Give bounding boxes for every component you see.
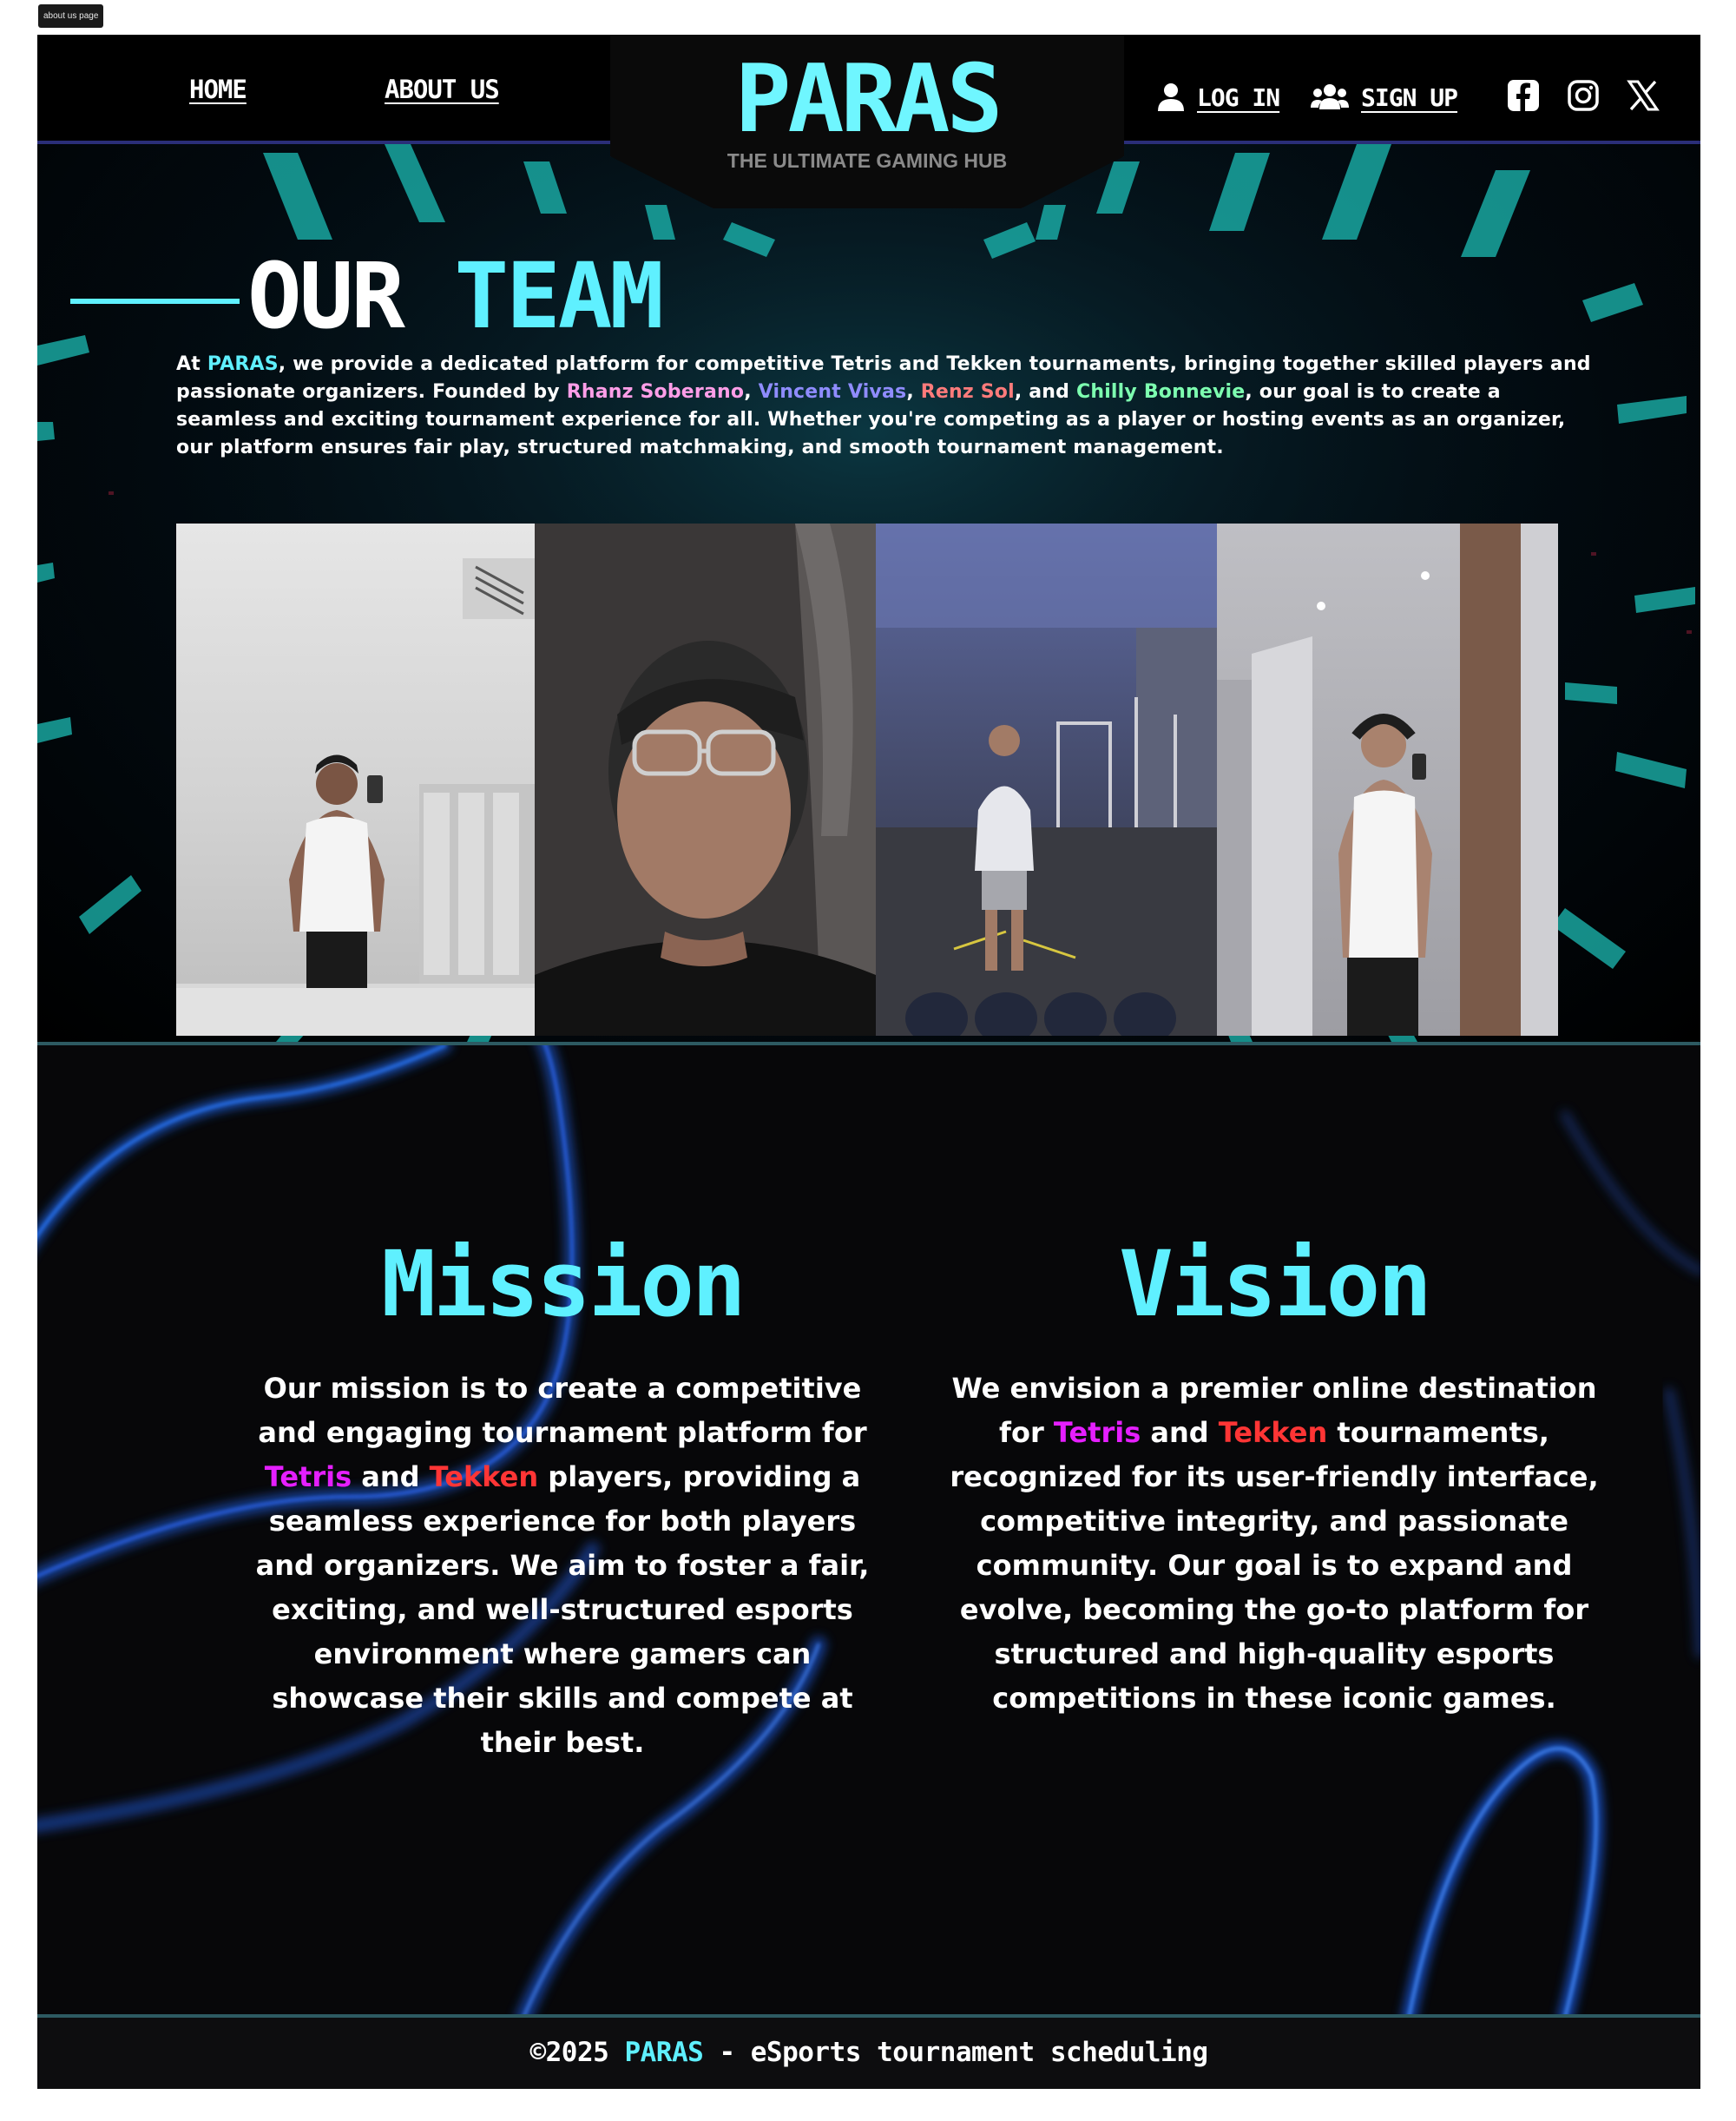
vision-tetris: Tetris [1053, 1416, 1141, 1449]
brand-tagline: THE ULTIMATE GAMING HUB [727, 149, 1008, 172]
user-icon [1158, 83, 1184, 111]
vision-heading: Vision [1119, 1231, 1432, 1337]
team-section: OUR TEAM At PARAS, we provide a dedicate… [37, 144, 1700, 1042]
page-frame: OUR TEAM At PARAS, we provide a dedicate… [37, 35, 1700, 2089]
mission-vision-section: Mission Our mission is to create a compe… [37, 1042, 1700, 2018]
vision-text-part: tournaments, recognized for its user-fri… [950, 1416, 1599, 1715]
footer-text: ©2025 PARAS - eSports tournament schedul… [37, 2037, 1700, 2068]
team-photo-1 [176, 524, 535, 1036]
nav-home-link[interactable]: HOME [189, 75, 247, 104]
mission-tetris: Tetris [264, 1460, 352, 1493]
team-photo-3-image [876, 524, 1217, 1036]
team-photo-2 [535, 524, 876, 1036]
footer: ©2025 PARAS - eSports tournament schedul… [37, 2014, 1700, 2089]
footer-tagline: - eSports tournament scheduling [703, 2037, 1208, 2068]
intro-text: At [176, 353, 207, 375]
facebook-icon[interactable] [1506, 78, 1541, 113]
intro-separator: , and [1014, 381, 1076, 403]
page-tag: about us page [38, 4, 104, 28]
vision-tekken: Tekken [1218, 1416, 1328, 1449]
mission-block: Mission Our mission is to create a compe… [211, 1236, 914, 1765]
founder-chilly: Chilly Bonnevie [1075, 381, 1246, 403]
team-photo-3 [876, 524, 1217, 1036]
team-photos [176, 524, 1558, 1036]
title-accent-line [70, 299, 240, 304]
footer-copyright: ©2025 [529, 2037, 625, 2068]
login-label: LOG IN [1197, 82, 1280, 112]
mission-text-part: Our mission is to create a competitive a… [258, 1372, 867, 1449]
founder-rhanz: Rhanz Soberano [566, 381, 745, 403]
team-title-cyan: TEAM [454, 243, 663, 349]
intro-brand: PARAS [207, 353, 279, 375]
founder-vincent: Vincent Vivas [758, 381, 907, 403]
team-photo-1-image [176, 524, 535, 1036]
founder-renz: Renz Sol [920, 381, 1015, 403]
users-icon [1311, 84, 1349, 109]
intro-separator: , [906, 381, 921, 403]
vision-text: We envision a premier online destination… [927, 1367, 1621, 1721]
intro-separator: , [744, 381, 759, 403]
mission-text: Our mission is to create a competitive a… [241, 1367, 884, 1765]
team-intro: At PARAS, we provide a dedicated platfor… [176, 351, 1600, 462]
footer-brand: PARAS [624, 2037, 704, 2068]
mission-tekken: Tekken [429, 1460, 539, 1493]
vision-text-part: and [1141, 1416, 1219, 1449]
vision-block: Vision We envision a premier online dest… [923, 1236, 1626, 1721]
instagram-icon[interactable] [1566, 78, 1601, 113]
mission-text-part: players, providing a seamless experience… [255, 1460, 870, 1759]
team-photo-4 [1217, 524, 1558, 1036]
login-link[interactable]: LOG IN [1157, 80, 1280, 115]
team-photo-4-image [1217, 524, 1558, 1036]
team-photo-2-image [535, 524, 876, 1036]
x-icon[interactable] [1626, 78, 1660, 113]
signup-label: SIGN UP [1361, 82, 1458, 112]
nav-about-link[interactable]: ABOUT US [385, 75, 500, 104]
team-title: OUR TEAM [247, 248, 664, 344]
brand-logo: PARAS [734, 45, 1003, 154]
mission-heading: Mission [381, 1231, 746, 1337]
signup-link[interactable]: SIGN UP [1311, 80, 1458, 115]
team-title-white: OUR [247, 243, 405, 349]
logo-tab[interactable]: PARAS THE ULTIMATE GAMING HUB [610, 35, 1124, 208]
mission-text-part: and [352, 1460, 430, 1493]
